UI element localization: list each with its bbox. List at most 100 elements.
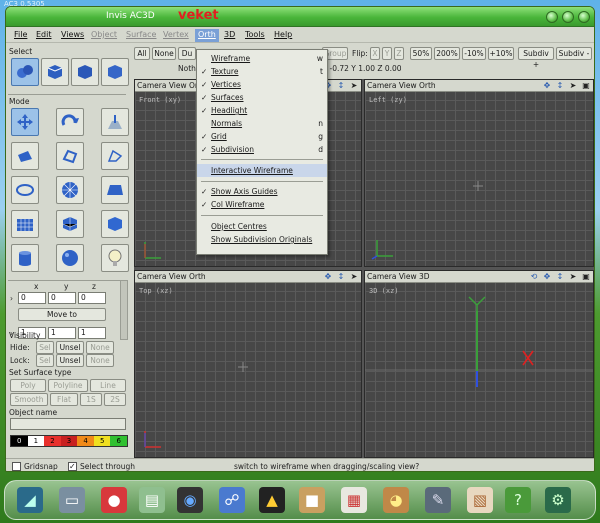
- draw-cube-button[interactable]: [101, 210, 129, 238]
- image-viewer-icon[interactable]: ▧: [467, 487, 493, 513]
- media-player-icon[interactable]: ◉: [177, 487, 203, 513]
- settings-icon[interactable]: ⚙: [545, 487, 571, 513]
- select-vertex-button[interactable]: [11, 58, 39, 86]
- menu-item-subdivision[interactable]: ✓ Subdivision d: [197, 143, 327, 156]
- select-through-checkbox[interactable]: ✓: [68, 462, 77, 471]
- menu-orth[interactable]: Orth: [195, 29, 219, 42]
- help-icon[interactable]: ?: [505, 487, 531, 513]
- draw-line-button[interactable]: [101, 142, 129, 170]
- scale-z-input[interactable]: 1: [78, 327, 106, 339]
- menu-item-col-wireframe[interactable]: ✓ Col Wireframe: [197, 198, 327, 211]
- menu-3d[interactable]: 3D: [224, 30, 235, 39]
- document-icon[interactable]: ▤: [139, 487, 165, 513]
- package-icon[interactable]: ■: [299, 487, 325, 513]
- draw-circle-button[interactable]: [11, 176, 39, 204]
- zoom-view-icon[interactable]: ↕: [336, 81, 346, 91]
- maximize-view-icon[interactable]: ▣: [581, 272, 591, 282]
- menu-vertex[interactable]: Vertex: [163, 30, 189, 39]
- viewport-3d[interactable]: Camera View 3D ⟲ ✥ ↕ ➤ ▣ 3D (xz): [364, 270, 594, 458]
- surface-poly-button[interactable]: Poly: [10, 379, 46, 392]
- flip-z-button[interactable]: Z: [394, 47, 404, 60]
- move-z-input[interactable]: 0: [78, 292, 106, 304]
- maximize-icon[interactable]: [562, 11, 574, 23]
- pen-tool-icon[interactable]: ✎: [425, 487, 451, 513]
- select-group-button[interactable]: [71, 58, 99, 86]
- network-icon[interactable]: ☍: [219, 487, 245, 513]
- hide-none-button[interactable]: None: [86, 341, 114, 354]
- palette-swatch[interactable]: 4: [77, 436, 94, 446]
- menu-item-object-centres[interactable]: Object Centres: [197, 220, 327, 233]
- panel-scrollbar[interactable]: [120, 280, 128, 340]
- surface-2s-button[interactable]: 2S: [104, 393, 126, 406]
- lock-unsel-button[interactable]: Unsel: [56, 354, 84, 367]
- menu-item-normals[interactable]: Normals n: [197, 117, 327, 130]
- draw-disc-button[interactable]: [56, 176, 84, 204]
- flip-x-button[interactable]: X: [370, 47, 380, 60]
- duplicate-button[interactable]: Du: [178, 47, 196, 60]
- surface-line-button[interactable]: Line: [90, 379, 126, 392]
- menu-item-headlight[interactable]: ✓ Headlight: [197, 104, 327, 117]
- pointer-icon[interactable]: ➤: [568, 272, 578, 282]
- menu-item-texture[interactable]: ✓ Texture t: [197, 65, 327, 78]
- menu-item-surfaces[interactable]: ✓ Surfaces: [197, 91, 327, 104]
- zoom-view-icon[interactable]: ↕: [555, 81, 565, 91]
- draw-mesh-button[interactable]: [11, 210, 39, 238]
- draw-polyline-button[interactable]: [56, 142, 84, 170]
- palette-swatch[interactable]: 3: [60, 436, 78, 446]
- mode-rotate-button[interactable]: [56, 108, 84, 136]
- menu-item-vertices[interactable]: ✓ Vertices: [197, 78, 327, 91]
- surface-smooth-button[interactable]: Smooth: [10, 393, 48, 406]
- menu-help[interactable]: Help: [274, 30, 292, 39]
- photo-icon[interactable]: ▦: [341, 487, 367, 513]
- pointer-icon[interactable]: ➤: [568, 81, 578, 91]
- paint-palette-icon[interactable]: ◕: [383, 487, 409, 513]
- select-surface-button[interactable]: [101, 58, 129, 86]
- zoom-200-button[interactable]: 200%: [434, 47, 460, 60]
- draw-sphere-button[interactable]: [56, 244, 84, 272]
- lock-none-button[interactable]: None: [86, 354, 114, 367]
- zoom-50-button[interactable]: 50%: [410, 47, 432, 60]
- chart-app-icon[interactable]: ◢: [17, 487, 43, 513]
- mode-move-button[interactable]: [11, 108, 39, 136]
- draw-polygon-button[interactable]: [11, 142, 39, 170]
- rotate-3d-icon[interactable]: ⟲: [529, 272, 539, 282]
- hide-sel-button[interactable]: Sel: [36, 341, 54, 354]
- gridsnap-checkbox[interactable]: [12, 462, 21, 471]
- select-object-button[interactable]: [41, 58, 69, 86]
- select-none-button[interactable]: None: [152, 47, 176, 60]
- rotate-view-icon[interactable]: ✥: [323, 272, 333, 282]
- surface-1s-button[interactable]: 1S: [80, 393, 102, 406]
- zoom-minus-10-button[interactable]: -10%: [462, 47, 486, 60]
- draw-cylinder-button[interactable]: [11, 244, 39, 272]
- move-x-input[interactable]: 0: [18, 292, 46, 304]
- light-bulb-icon[interactable]: [101, 244, 129, 272]
- move-view-icon[interactable]: ✥: [542, 272, 552, 282]
- menu-surface[interactable]: Surface: [126, 30, 156, 39]
- subdiv-minus-button[interactable]: Subdiv -: [556, 47, 592, 60]
- palette-swatch[interactable]: 5: [93, 436, 111, 446]
- menu-edit[interactable]: Edit: [36, 30, 52, 39]
- draw-box-button[interactable]: [56, 210, 84, 238]
- menu-tools[interactable]: Tools: [245, 30, 265, 39]
- flip-y-button[interactable]: Y: [382, 47, 392, 60]
- penguin-icon[interactable]: ▲: [259, 487, 285, 513]
- menu-file[interactable]: File: [14, 30, 27, 39]
- surface-polyline-button[interactable]: Polyline: [48, 379, 88, 392]
- hide-unsel-button[interactable]: Unsel: [56, 341, 84, 354]
- viewport-left[interactable]: Camera View Orth ✥ ↕ ➤ ▣ Left (zy): [364, 79, 594, 267]
- menu-item-show-axis-guides[interactable]: ✓ Show Axis Guides: [197, 185, 327, 198]
- monitor-icon[interactable]: ▭: [59, 487, 85, 513]
- object-name-input[interactable]: [10, 418, 126, 430]
- minimize-icon[interactable]: [546, 11, 558, 23]
- lock-sel-button[interactable]: Sel: [36, 354, 54, 367]
- move-to-button[interactable]: Move to: [18, 308, 106, 321]
- menu-item-show-subdivision-originals[interactable]: Show Subdivision Originals: [197, 233, 327, 246]
- mode-scale-button[interactable]: [101, 108, 129, 136]
- maximize-view-icon[interactable]: ▣: [581, 81, 591, 91]
- menu-object[interactable]: Object: [91, 30, 117, 39]
- zoom-view-icon[interactable]: ↕: [336, 272, 346, 282]
- select-all-button[interactable]: All: [134, 47, 150, 60]
- pointer-icon[interactable]: ➤: [349, 272, 359, 282]
- menu-item-interactive-wireframe[interactable]: Interactive Wireframe: [197, 164, 327, 177]
- palette-swatch[interactable]: 1: [27, 436, 45, 446]
